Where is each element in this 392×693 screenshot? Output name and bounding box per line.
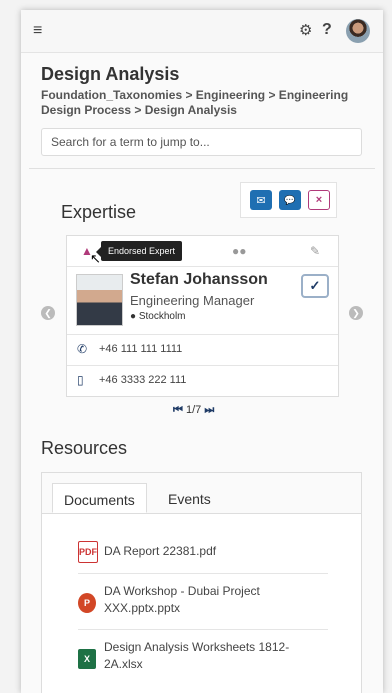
group-icon[interactable]: ●● bbox=[232, 244, 247, 258]
top-bar: ≡ ⚙ ? bbox=[21, 10, 383, 53]
file-name[interactable]: Design Analysis Worksheets 1812-2A.xlsx bbox=[104, 639, 304, 673]
gear-icon[interactable]: ⚙ bbox=[299, 22, 312, 40]
phone-row: ✆ +46 111 111 1111 bbox=[67, 335, 338, 366]
previous-expert-button[interactable]: ❮ bbox=[41, 306, 55, 320]
help-icon[interactable]: ? bbox=[322, 21, 332, 39]
resources-heading: Resources bbox=[41, 438, 128, 458]
breadcrumb: Foundation_Taxonomies > Engineering > En… bbox=[41, 88, 349, 117]
hamburger-menu-icon[interactable]: ≡ bbox=[33, 22, 51, 40]
mobile-phone-icon: ▯ bbox=[77, 373, 84, 387]
expert-card: ▲ ●● ✎ Endorsed Expert ↖ Stefan Johansso… bbox=[66, 235, 339, 397]
expert-location-text: Stockholm bbox=[138, 311, 186, 322]
close-icon: × bbox=[315, 194, 323, 206]
page-title: Design Analysis bbox=[41, 64, 180, 84]
mobile-row: ▯ +46 3333 222 111 bbox=[67, 366, 338, 396]
expert-photo bbox=[76, 274, 123, 326]
first-page-icon[interactable]: ⏮ bbox=[173, 404, 183, 416]
email-button[interactable]: ✉ bbox=[250, 190, 272, 210]
expert-role: Engineering Manager bbox=[130, 293, 255, 308]
chevron-right-icon: ❯ bbox=[352, 308, 360, 318]
mobile-number[interactable]: +46 3333 222 111 bbox=[99, 374, 186, 386]
map-pin-icon: ● bbox=[130, 311, 137, 322]
expertise-heading: Expertise bbox=[61, 202, 137, 222]
action-buttons-group: ✉ 💬 × bbox=[240, 182, 337, 218]
page-indicator: 1/7 bbox=[185, 404, 202, 416]
excel-file-icon: X bbox=[78, 649, 96, 669]
chat-button[interactable]: 💬 bbox=[279, 190, 301, 210]
pdf-file-icon: PDF bbox=[78, 541, 98, 563]
endorse-button[interactable]: ✓ bbox=[301, 274, 329, 298]
chevron-left-icon: ❮ bbox=[44, 308, 52, 318]
tab-events[interactable]: Events bbox=[157, 483, 222, 513]
search-input[interactable] bbox=[41, 128, 362, 156]
certificate-icon[interactable]: ✎ bbox=[310, 244, 320, 258]
file-item[interactable]: X Design Analysis Worksheets 1812-2A.xls… bbox=[78, 639, 328, 685]
envelope-icon: ✉ bbox=[256, 194, 266, 207]
tab-documents[interactable]: Documents bbox=[52, 483, 147, 513]
phone-number[interactable]: +46 111 111 1111 bbox=[99, 343, 182, 355]
last-page-icon[interactable]: ⏭ bbox=[204, 404, 214, 416]
user-avatar[interactable] bbox=[346, 19, 370, 43]
section-divider bbox=[29, 168, 375, 169]
file-item[interactable]: PDF DA Report 22381.pdf bbox=[78, 541, 328, 574]
resources-panel: Documents Events PDF DA Report 22381.pdf… bbox=[41, 472, 362, 693]
file-name[interactable]: DA Report 22381.pdf bbox=[104, 543, 216, 560]
close-button[interactable]: × bbox=[308, 190, 330, 210]
app-panel: ≡ ⚙ ? Design Analysis Foundation_Taxonom… bbox=[21, 10, 383, 693]
expert-category-tabs: ▲ ●● ✎ Endorsed Expert ↖ bbox=[67, 236, 338, 267]
chat-bubble-icon: 💬 bbox=[284, 194, 296, 205]
file-item[interactable]: P DA Workshop - Dubai Project XXX.pptx.p… bbox=[78, 583, 328, 630]
endorsed-expert-tooltip: Endorsed Expert bbox=[95, 241, 183, 261]
resources-tabs: Documents Events bbox=[42, 473, 361, 514]
powerpoint-file-icon: P bbox=[78, 593, 96, 613]
phone-icon: ✆ bbox=[77, 342, 88, 356]
expert-location: ● Stockholm bbox=[130, 311, 186, 322]
checkmark-icon: ✓ bbox=[309, 278, 321, 293]
expert-name[interactable]: Stefan Johansson bbox=[130, 271, 268, 289]
file-name[interactable]: DA Workshop - Dubai Project XXX.pptx.ppt… bbox=[104, 583, 284, 617]
next-expert-button[interactable]: ❯ bbox=[349, 306, 363, 320]
expert-pager: ⏮ 1/7 ⏭ bbox=[173, 404, 214, 417]
expert-profile: Stefan Johansson Engineering Manager ● S… bbox=[67, 266, 338, 335]
